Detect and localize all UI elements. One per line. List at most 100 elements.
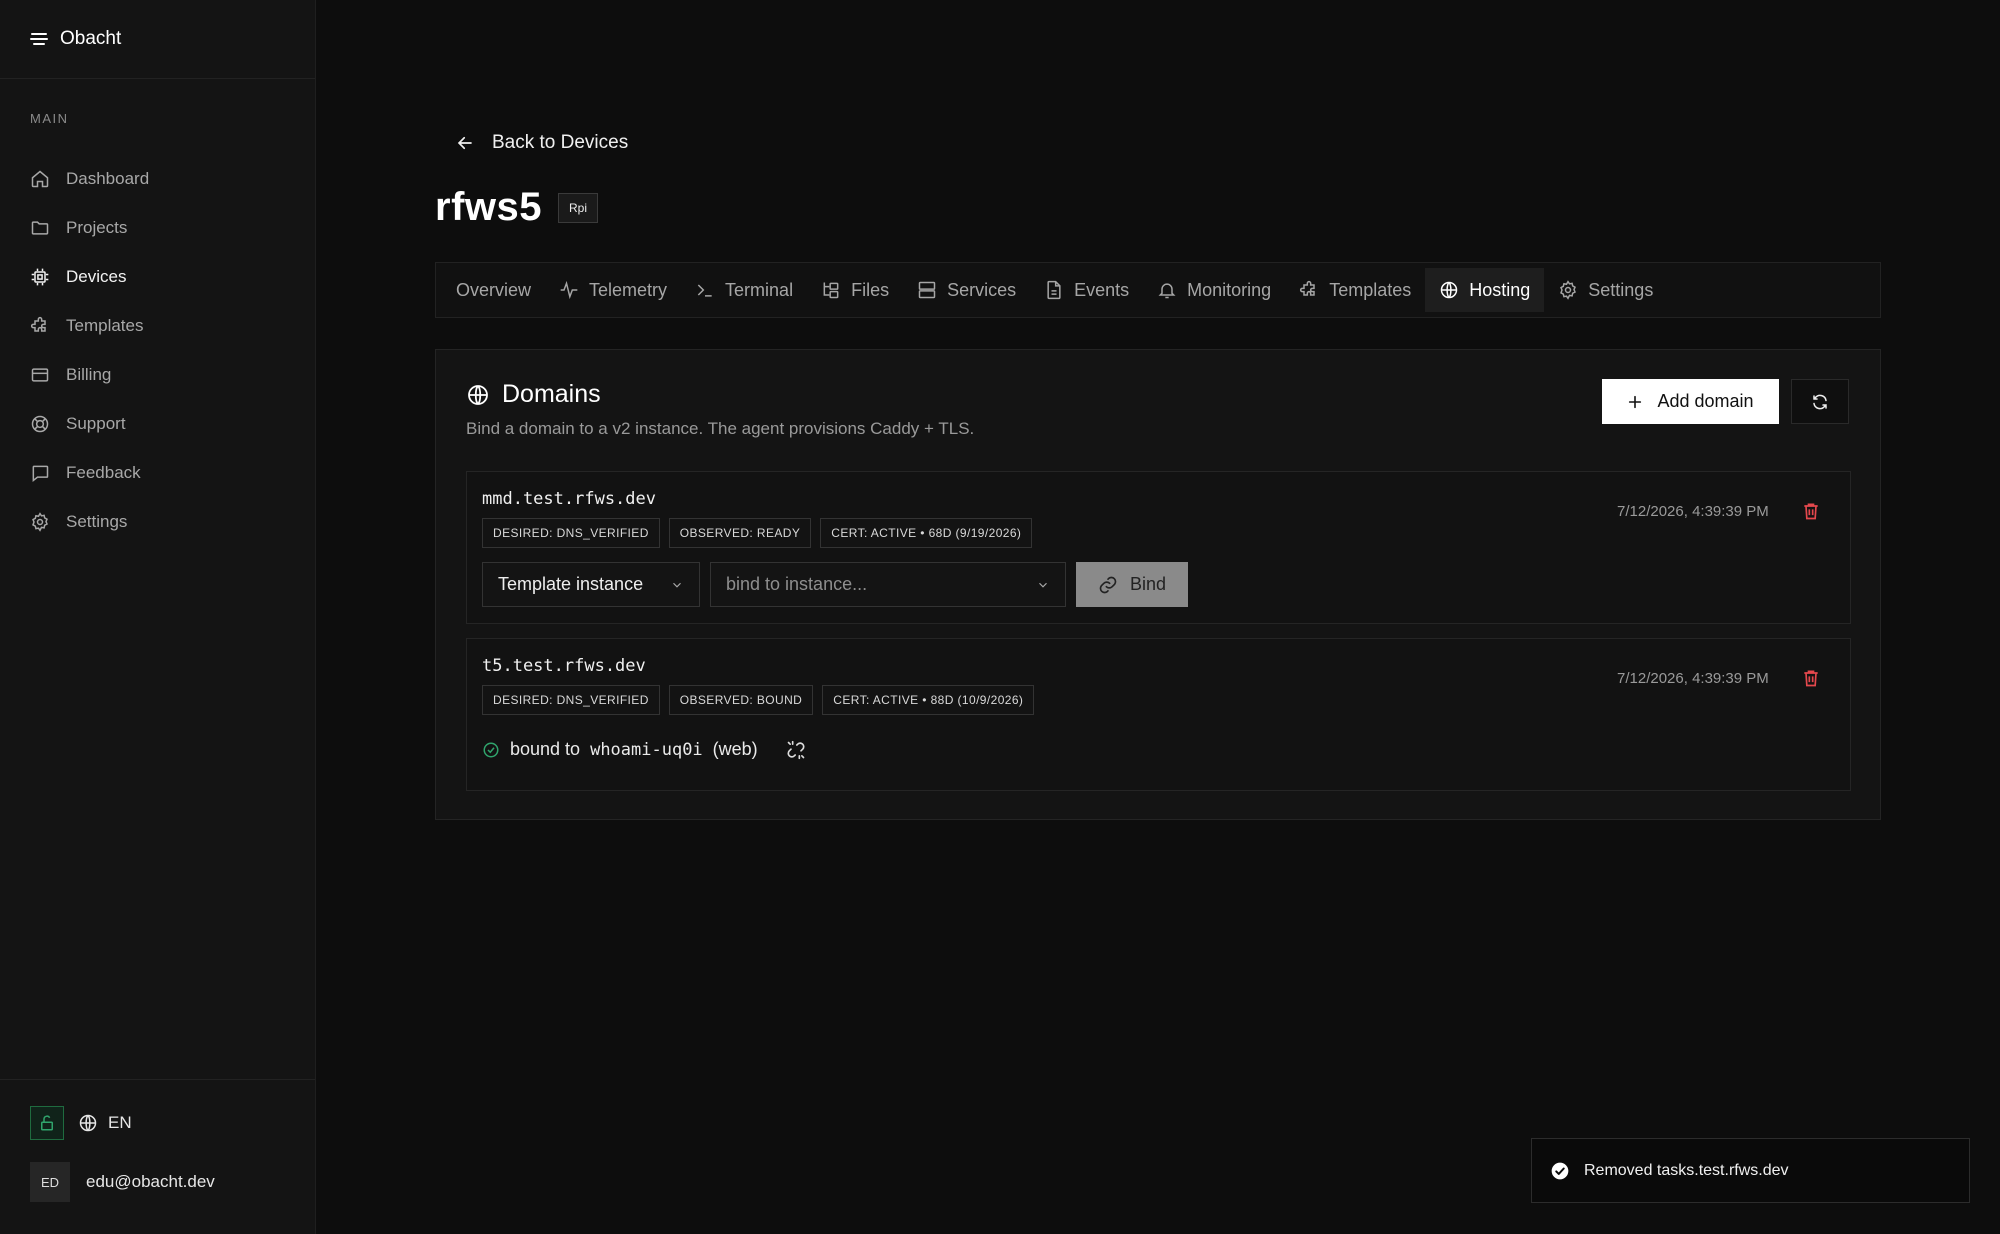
tab-hosting[interactable]: Hosting (1425, 268, 1545, 312)
sidebar-item-label: Settings (66, 511, 128, 531)
tab-label: Terminal (725, 279, 794, 300)
tab-templates[interactable]: Templates (1285, 268, 1425, 312)
brand[interactable]: Obacht (0, 0, 315, 79)
home-icon (31, 170, 49, 187)
trash-icon (1804, 670, 1818, 687)
sidebar-item-support[interactable]: Support (0, 399, 315, 448)
language-switcher[interactable]: EN (78, 1113, 132, 1133)
back-to-devices-link[interactable]: Back to Devices (456, 132, 628, 154)
tab-events[interactable]: Events (1030, 268, 1143, 312)
add-domain-label: Add domain (1657, 391, 1754, 411)
binding-kind-select[interactable]: Template instance (482, 562, 700, 607)
sidebar-item-billing[interactable]: Billing (0, 350, 315, 399)
file-text-icon (1047, 280, 1061, 300)
lock-toggle-button[interactable] (30, 1106, 64, 1140)
domain-row: mmd.test.rfws.dev DESIRED: DNS_VERIFIED … (466, 471, 1851, 624)
sidebar-item-label: Projects (66, 217, 128, 237)
back-label: Back to Devices (492, 132, 629, 153)
nav-section-label: MAIN (30, 111, 69, 126)
sidebar: Obacht MAIN Dashboard Projects Devices T… (0, 0, 316, 1234)
tab-label: Templates (1329, 279, 1412, 300)
app-name: Obacht (60, 28, 122, 49)
tab-label: Services (947, 279, 1017, 300)
tab-overview[interactable]: Overview (442, 268, 545, 312)
sidebar-item-label: Dashboard (66, 168, 150, 188)
tab-files[interactable]: Files (807, 268, 903, 312)
message-icon (32, 465, 49, 482)
unlink-icon (787, 740, 805, 759)
trash-icon (1804, 503, 1818, 520)
binding-kind-value: Template instance (498, 574, 644, 594)
tab-terminal[interactable]: Terminal (681, 268, 807, 312)
tab-label: Hosting (1469, 279, 1531, 300)
avatar: ED (30, 1162, 70, 1202)
bound-instance: whoami-uq0i (590, 739, 703, 760)
sidebar-item-label: Devices (66, 266, 127, 286)
folder-tree-icon (823, 282, 839, 299)
sidebar-item-label: Templates (66, 315, 144, 335)
check-circle-icon (483, 742, 499, 757)
bound-prefix: bound to (510, 739, 581, 759)
tab-label: Files (851, 279, 890, 300)
refresh-icon (1813, 394, 1827, 409)
sidebar-nav: Dashboard Projects Devices Templates Bil… (0, 154, 315, 546)
domains-card: Domains Bind a domain to a v2 instance. … (435, 349, 1881, 820)
page-title: rfws5 (435, 185, 542, 229)
domain-name: t5.test.rfws.dev (482, 656, 646, 676)
arrow-left-icon (457, 136, 472, 150)
add-domain-button[interactable]: Add domain (1602, 379, 1779, 424)
unlock-icon (41, 1115, 53, 1131)
domain-timestamp: 7/12/2026, 4:39:39 PM (1617, 503, 1769, 520)
device-tabs: Overview Telemetry Terminal Files Servic… (435, 262, 1881, 318)
bell-icon (1158, 283, 1176, 299)
sidebar-item-settings[interactable]: Settings (0, 497, 315, 546)
chip-icon (31, 268, 49, 285)
domain-timestamp: 7/12/2026, 4:39:39 PM (1617, 670, 1769, 687)
globe-icon (1441, 281, 1458, 299)
globe-icon (79, 1114, 97, 1132)
bound-status: bound to whoami-uq0i (web) (482, 739, 806, 760)
sidebar-item-devices[interactable]: Devices (0, 252, 315, 301)
toast-notification: Removed tasks.test.rfws.dev (1531, 1138, 1970, 1203)
cert-status-badge: CERT: ACTIVE • 68D (9/19/2026) (820, 518, 1033, 548)
sidebar-item-label: Billing (66, 364, 112, 384)
user-menu[interactable]: ED edu@obacht.dev (30, 1162, 215, 1202)
device-type-badge: Rpi (558, 192, 599, 223)
lifebuoy-icon (31, 415, 49, 432)
sidebar-item-label: Support (66, 413, 126, 433)
tab-label: Telemetry (589, 279, 668, 300)
instance-select[interactable]: bind to instance... (710, 562, 1066, 607)
tab-settings[interactable]: Settings (1544, 268, 1667, 312)
tab-label: Settings (1588, 279, 1654, 300)
sidebar-item-dashboard[interactable]: Dashboard (0, 154, 315, 203)
tab-telemetry[interactable]: Telemetry (545, 268, 681, 312)
refresh-button[interactable] (1791, 379, 1849, 424)
activity-icon (560, 280, 578, 300)
sidebar-footer: EN ED edu@obacht.dev (0, 1079, 315, 1234)
check-circle-icon (1551, 1162, 1569, 1179)
delete-domain-button[interactable] (1801, 668, 1821, 688)
toast-message: Removed tasks.test.rfws.dev (1584, 1161, 1789, 1179)
terminal-icon (697, 284, 712, 297)
unbind-button[interactable] (786, 740, 806, 760)
desired-state-badge: DESIRED: DNS_VERIFIED (482, 518, 660, 548)
tab-label: Monitoring (1187, 279, 1272, 300)
delete-domain-button[interactable] (1801, 501, 1821, 521)
chevron-down-icon (1039, 582, 1047, 588)
link-icon (1099, 576, 1117, 593)
sidebar-item-templates[interactable]: Templates (0, 301, 315, 350)
tab-services[interactable]: Services (903, 268, 1030, 312)
tab-monitoring[interactable]: Monitoring (1143, 268, 1285, 312)
domains-subtitle: Bind a domain to a v2 instance. The agen… (466, 419, 975, 438)
server-icon (918, 281, 936, 299)
sidebar-item-projects[interactable]: Projects (0, 203, 315, 252)
sidebar-item-label: Feedback (66, 462, 141, 482)
menu-lines-icon (30, 33, 48, 45)
chevron-down-icon (673, 582, 681, 588)
cert-status-badge: CERT: ACTIVE • 88D (10/9/2026) (822, 685, 1035, 715)
bind-button[interactable]: Bind (1076, 562, 1188, 607)
sidebar-item-feedback[interactable]: Feedback (0, 448, 315, 497)
domains-title: Domains (502, 380, 601, 408)
globe-icon (468, 384, 488, 405)
puzzle-icon (30, 316, 46, 332)
